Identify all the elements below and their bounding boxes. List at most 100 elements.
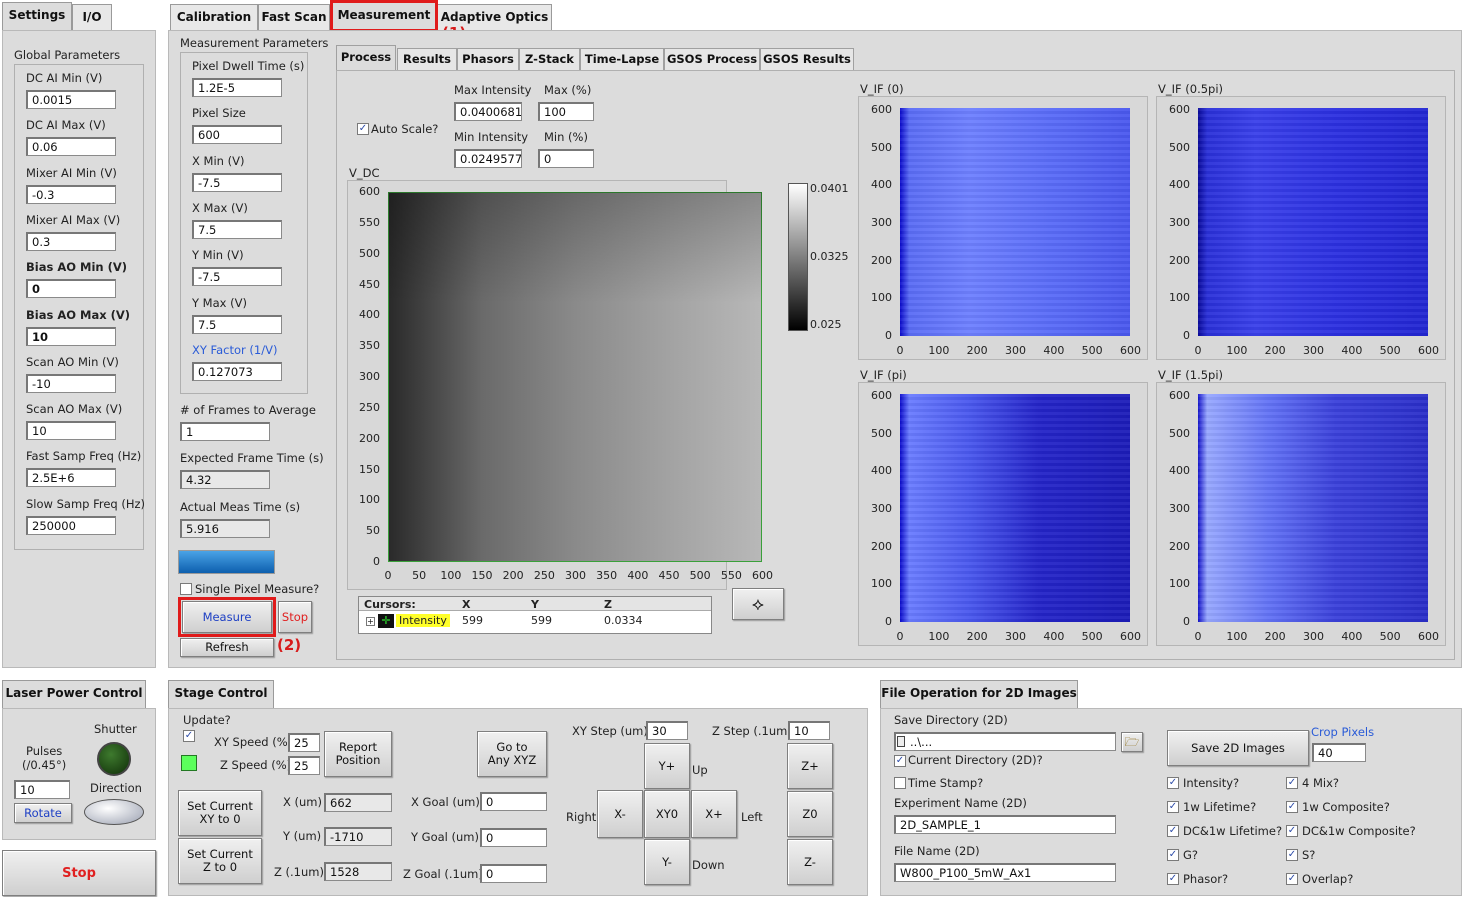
save-option-checkbox[interactable]: ✓ bbox=[1286, 801, 1298, 813]
save-option-checkbox[interactable]: ✓ bbox=[1286, 873, 1298, 885]
save-option-checkbox[interactable]: ✓ bbox=[1167, 849, 1179, 861]
vif-image-bands bbox=[900, 108, 1130, 336]
update-checkbox[interactable]: ✓ bbox=[183, 730, 195, 742]
save-option-checkbox[interactable]: ✓ bbox=[1286, 849, 1298, 861]
rotate-button[interactable]: Rotate bbox=[14, 803, 72, 823]
vif-x-tick: 200 bbox=[1264, 630, 1286, 643]
x-goal-input[interactable]: 0 bbox=[480, 792, 547, 811]
save-option-checkbox[interactable]: ✓ bbox=[1286, 825, 1298, 837]
pulses-input[interactable]: 10 bbox=[14, 780, 70, 799]
laser-stop-button[interactable]: Stop bbox=[2, 850, 156, 896]
meas-param-input[interactable]: -7.5 bbox=[192, 172, 282, 192]
y-goal-input[interactable]: 0 bbox=[480, 828, 547, 847]
stop-measure-button[interactable]: Stop bbox=[278, 601, 312, 633]
subtab-phasors[interactable]: Phasors bbox=[457, 48, 519, 70]
z-step-input[interactable]: 10 bbox=[788, 721, 830, 740]
timestamp-checkbox[interactable] bbox=[894, 777, 906, 789]
meas-param-input[interactable]: 0.127073 bbox=[192, 361, 282, 381]
subtab-z-stack[interactable]: Z-Stack bbox=[519, 48, 580, 70]
global-param-input[interactable]: -10 bbox=[26, 373, 116, 393]
z-zero-button[interactable]: Z0 bbox=[787, 791, 833, 837]
z-plus-button[interactable]: Z+ bbox=[787, 743, 833, 789]
meas-param-input[interactable]: 7.5 bbox=[192, 219, 282, 239]
subtab-process[interactable]: Process bbox=[336, 45, 396, 71]
cursor-row-z[interactable]: 0.0334 bbox=[604, 614, 643, 627]
vdc-y-tick: 450 bbox=[359, 277, 380, 291]
global-param-input[interactable]: 0.06 bbox=[26, 137, 116, 157]
save-option-checkbox[interactable]: ✓ bbox=[1286, 777, 1298, 789]
global-param-input[interactable]: 10 bbox=[26, 421, 116, 441]
shutter-led-icon[interactable] bbox=[97, 742, 131, 776]
cursor-row-name[interactable]: Intensity bbox=[396, 614, 450, 627]
cursor-move-icon[interactable]: ⟡ bbox=[732, 588, 784, 620]
vdc-y-tick: 600 bbox=[359, 185, 380, 198]
global-param-input[interactable]: 0.3 bbox=[26, 231, 116, 251]
min-pct-input[interactable]: 0 bbox=[538, 149, 594, 168]
vdc-x-tick: 400 bbox=[627, 569, 649, 582]
tab-settings[interactable]: Settings bbox=[2, 2, 72, 32]
tab-calibration[interactable]: Calibration bbox=[170, 4, 258, 30]
global-param-input[interactable]: 0 bbox=[26, 279, 116, 299]
min-intensity-input[interactable]: 0.0249577 bbox=[454, 149, 522, 168]
set-z-zero-button[interactable]: Set Current Z to 0 bbox=[178, 838, 262, 884]
meas-param-input[interactable]: 7.5 bbox=[192, 314, 282, 334]
subtab-time-lapse[interactable]: Time-Lapse bbox=[580, 48, 664, 70]
z-goal-input[interactable]: 0 bbox=[480, 864, 547, 883]
subtab-gsos-process[interactable]: GSOS Process bbox=[664, 48, 760, 70]
browse-folder-icon[interactable]: 🗁 bbox=[1121, 732, 1143, 752]
subtab-gsos-results[interactable]: GSOS Results bbox=[760, 48, 854, 70]
xy-zero-button[interactable]: XY0 bbox=[644, 790, 690, 838]
report-position-button[interactable]: Report Position bbox=[324, 731, 392, 777]
meas-param-label: XY Factor (1/V) bbox=[192, 342, 278, 357]
save-option-label: S? bbox=[1302, 848, 1316, 862]
global-param-input[interactable]: 10 bbox=[26, 326, 116, 346]
x-plus-button[interactable]: X+ bbox=[691, 790, 737, 838]
save-option-checkbox[interactable]: ✓ bbox=[1167, 777, 1179, 789]
save-option-checkbox[interactable]: ✓ bbox=[1167, 873, 1179, 885]
meas-param-input[interactable]: -7.5 bbox=[192, 267, 282, 287]
max-intensity-input[interactable]: 0.0400681 bbox=[454, 102, 522, 121]
direction-toggle[interactable] bbox=[84, 799, 144, 825]
actual-time-value: 5.916 bbox=[180, 519, 270, 538]
x-minus-button[interactable]: X- bbox=[597, 790, 643, 838]
frames-input[interactable]: 1 bbox=[180, 422, 270, 441]
auto-scale-checkbox[interactable]: ✓ bbox=[357, 123, 369, 135]
current-dir-checkbox[interactable]: ✓ bbox=[894, 755, 906, 767]
set-xy-zero-button[interactable]: Set Current XY to 0 bbox=[178, 790, 262, 836]
save-option-checkbox[interactable]: ✓ bbox=[1167, 825, 1179, 837]
save-2d-images-button[interactable]: Save 2D Images bbox=[1167, 730, 1309, 766]
meas-param-input[interactable]: 600 bbox=[192, 125, 282, 145]
z-speed-input[interactable]: 25 bbox=[288, 756, 320, 775]
save-dir-input[interactable]: ..\... bbox=[894, 732, 1116, 751]
tab-io[interactable]: I/O bbox=[72, 4, 112, 30]
y-minus-button[interactable]: Y- bbox=[644, 839, 690, 885]
tab-fast-scan[interactable]: Fast Scan bbox=[258, 4, 330, 30]
cursor-expand-icon[interactable]: + bbox=[366, 617, 375, 626]
file-name-input[interactable]: W800_P100_5mW_Ax1 bbox=[894, 863, 1116, 882]
save-option-checkbox[interactable]: ✓ bbox=[1167, 801, 1179, 813]
global-param-input[interactable]: -0.3 bbox=[26, 184, 116, 204]
z-step-label: Z Step (.1um) bbox=[712, 724, 792, 738]
global-param-input[interactable]: 0.0015 bbox=[26, 90, 116, 109]
meas-param-input[interactable]: 1.2E-5 bbox=[192, 78, 282, 97]
cursor-row-y[interactable]: 599 bbox=[531, 614, 552, 627]
y-plus-button[interactable]: Y+ bbox=[644, 743, 690, 789]
global-param-input[interactable]: 250000 bbox=[26, 515, 116, 535]
goto-xyz-button[interactable]: Go to Any XYZ bbox=[477, 731, 547, 777]
refresh-button[interactable]: Refresh bbox=[180, 638, 274, 657]
max-pct-input[interactable]: 100 bbox=[538, 102, 594, 121]
z-minus-button[interactable]: Z- bbox=[787, 839, 833, 885]
subtab-results[interactable]: Results bbox=[397, 48, 457, 70]
exp-name-input[interactable]: 2D_SAMPLE_1 bbox=[894, 815, 1116, 834]
single-pixel-checkbox[interactable] bbox=[180, 583, 192, 595]
vdc-x-tick: 600 bbox=[752, 569, 773, 582]
vif-y-tick: 400 bbox=[1169, 464, 1190, 478]
xy-speed-input[interactable]: 25 bbox=[288, 733, 320, 752]
vif-x-tick: 500 bbox=[1379, 344, 1401, 357]
progress-fill bbox=[179, 551, 274, 573]
global-param-input[interactable]: 2.5E+6 bbox=[26, 468, 116, 488]
xy-step-input[interactable]: 30 bbox=[646, 721, 688, 740]
cursor-row-x[interactable]: 599 bbox=[462, 614, 483, 627]
crop-pixels-input[interactable]: 40 bbox=[1312, 743, 1366, 762]
vif-plot-title: V_IF (0.5pi) bbox=[1158, 82, 1224, 96]
